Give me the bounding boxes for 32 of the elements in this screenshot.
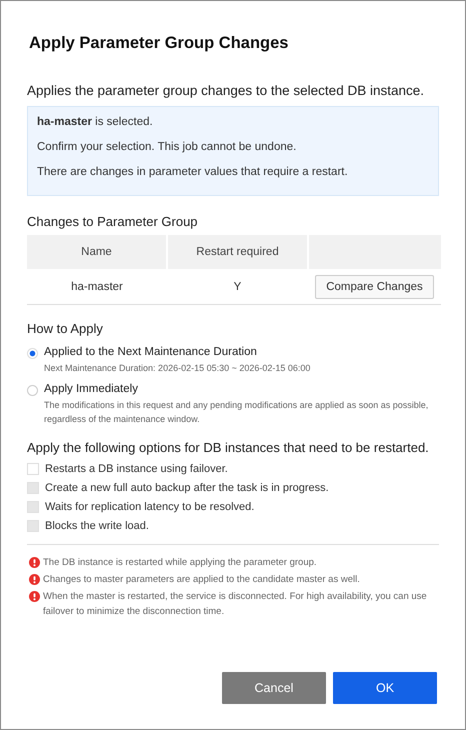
option-description: Next Maintenance Duration: 2026-02-15 05:30 ~ 2026-02-15 06:00 [44, 362, 310, 375]
checkbox-label: Blocks the write load. [45, 520, 149, 532]
warning-text: Changes to master parameters are applied to the candidate master as well. [43, 573, 360, 587]
warning-icon [29, 557, 40, 568]
info-text: There are changes in parameter values that require a restart. [37, 165, 349, 180]
section-heading: Changes to Parameter Group [27, 214, 199, 229]
option-description: The modifications in this request and any pending modifications are applied as soon as possible, regardless of the maintenance window. [44, 399, 430, 426]
radio-button[interactable] [27, 385, 38, 396]
checkbox-label: Create a new full auto backup after the task is in progress. [45, 482, 329, 494]
dialog-title: Apply Parameter Group Changes [29, 34, 290, 53]
checkbox-label: Waits for replication latency to be resolved. [45, 501, 254, 513]
warning-text: The DB instance is restarted while applying the parameter group. [43, 556, 317, 570]
radio-button[interactable] [27, 348, 38, 359]
description-text: Applies the parameter group changes to the selected DB instance. [27, 83, 425, 98]
section-heading: How to Apply [27, 321, 104, 336]
warning-icon [29, 591, 40, 602]
warning-text: When the master is restarted, the service is disconnected. For high availability, you can use failover to minimize the disconnection time. [43, 590, 428, 619]
checkbox[interactable] [27, 463, 39, 475]
ok-button[interactable]: OK [333, 672, 437, 704]
checkbox-label: Restarts a DB instance using failover. [45, 463, 228, 475]
column-header: Name [27, 235, 167, 269]
column-header: Restart required [167, 235, 308, 269]
section-heading: Apply the following options for DB instances that need to be restarted. [27, 440, 430, 455]
info-text: Confirm your selection. This job cannot be undone. [37, 140, 298, 155]
table-cell: ha-master [71, 280, 123, 292]
cancel-button[interactable]: Cancel [222, 672, 326, 704]
radio-label: Applied to the Next Maintenance Duration [44, 346, 258, 358]
info-text: ha-master is selected. [37, 115, 154, 130]
radio-label: Apply Immediately [44, 383, 139, 395]
warning-icon [29, 574, 40, 585]
compare-changes-button[interactable]: Compare Changes [315, 274, 434, 298]
table-cell: Y [234, 280, 242, 292]
